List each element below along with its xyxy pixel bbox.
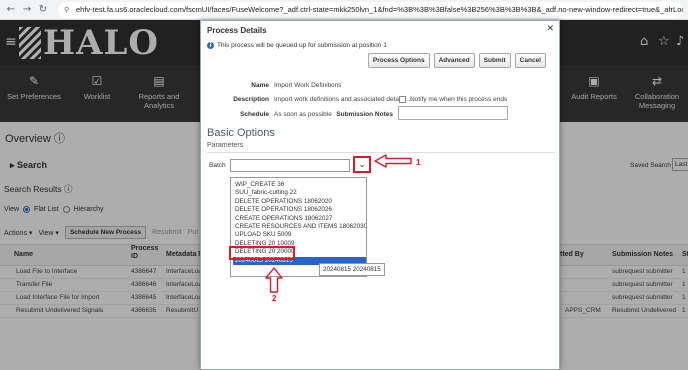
- name-value: Import Work Definitions: [274, 82, 342, 89]
- description-label: Description: [233, 96, 269, 103]
- description-value: Import work definitions and associated d…: [274, 96, 413, 103]
- dialog-title: Process Details: [207, 26, 267, 35]
- basic-options-heading: Basic Options: [207, 127, 275, 139]
- address-bar[interactable]: ⚲ ehfv-test.fa.us6.oraclecloud.com/fscmU…: [58, 2, 683, 18]
- name-label: Name: [251, 82, 269, 89]
- batch-dropdown-list: WIP_CREATE 36 SUU_fabric-cutting 22 DELETE…: [230, 177, 367, 277]
- step-2-arrow: [265, 267, 283, 293]
- batch-label: Batch: [209, 162, 226, 169]
- submission-notes-label: Submission Notes: [336, 111, 393, 118]
- step-2-label: 2: [272, 294, 277, 303]
- step-1-label: 1: [416, 158, 421, 167]
- option-tooltip: 20240815 20240815: [319, 263, 385, 276]
- cancel-button[interactable]: Cancel: [514, 53, 546, 68]
- selection-callout: [229, 246, 295, 260]
- divider: [207, 152, 555, 153]
- batch-option[interactable]: CREATE RESOURCES AND ITEMS 18062030: [233, 223, 366, 231]
- close-icon[interactable]: ✕: [546, 24, 554, 34]
- browser-toolbar: ← → ↻ ⚲ ehfv-test.fa.us6.oraclecloud.com…: [0, 0, 688, 20]
- submit-button[interactable]: Submit: [478, 53, 511, 68]
- url-text: ehfv-test.fa.us6.oraclecloud.com/fscmUI/…: [76, 5, 683, 14]
- batch-option[interactable]: DELETE OPERATIONS 18062020: [233, 198, 366, 206]
- notify-label: Notify me when this process ends: [410, 96, 508, 103]
- back-arrow-icon[interactable]: ←: [4, 3, 18, 17]
- advanced-button[interactable]: Advanced: [433, 53, 475, 68]
- chevron-down-icon[interactable]: ⌄: [353, 156, 371, 173]
- batch-option[interactable]: SUU_fabric-cutting 22: [233, 189, 366, 197]
- submission-notes-field[interactable]: [398, 106, 508, 120]
- batch-option[interactable]: CREATE OPERATIONS 18062027: [233, 215, 366, 223]
- batch-option[interactable]: DELETE OPERATIONS 18062026: [233, 206, 366, 214]
- site-info-icon[interactable]: ⚲: [64, 2, 69, 18]
- batch-select[interactable]: [230, 159, 350, 172]
- parameters-heading: Parameters: [207, 142, 244, 149]
- process-details-dialog: Process Details ✕ i This process will be…: [200, 20, 560, 370]
- reload-icon[interactable]: ↻: [36, 3, 50, 17]
- dialog-button-bar: Process Options Advanced Submit Cancel: [367, 53, 546, 68]
- notify-checkbox[interactable]: [399, 96, 406, 103]
- batch-option[interactable]: UPLOAD SKU 5009: [233, 231, 366, 239]
- process-options-button[interactable]: Process Options: [367, 53, 430, 68]
- queue-info-text: This process will be queued up for submi…: [217, 42, 387, 49]
- step-1-arrow: [374, 154, 412, 168]
- schedule-label: Schedule: [240, 111, 269, 118]
- batch-option[interactable]: WIP_CREATE 36: [233, 181, 366, 189]
- queue-info: i This process will be queued up for sub…: [207, 42, 387, 49]
- forward-arrow-icon[interactable]: →: [20, 3, 34, 17]
- info-icon: i: [207, 42, 214, 49]
